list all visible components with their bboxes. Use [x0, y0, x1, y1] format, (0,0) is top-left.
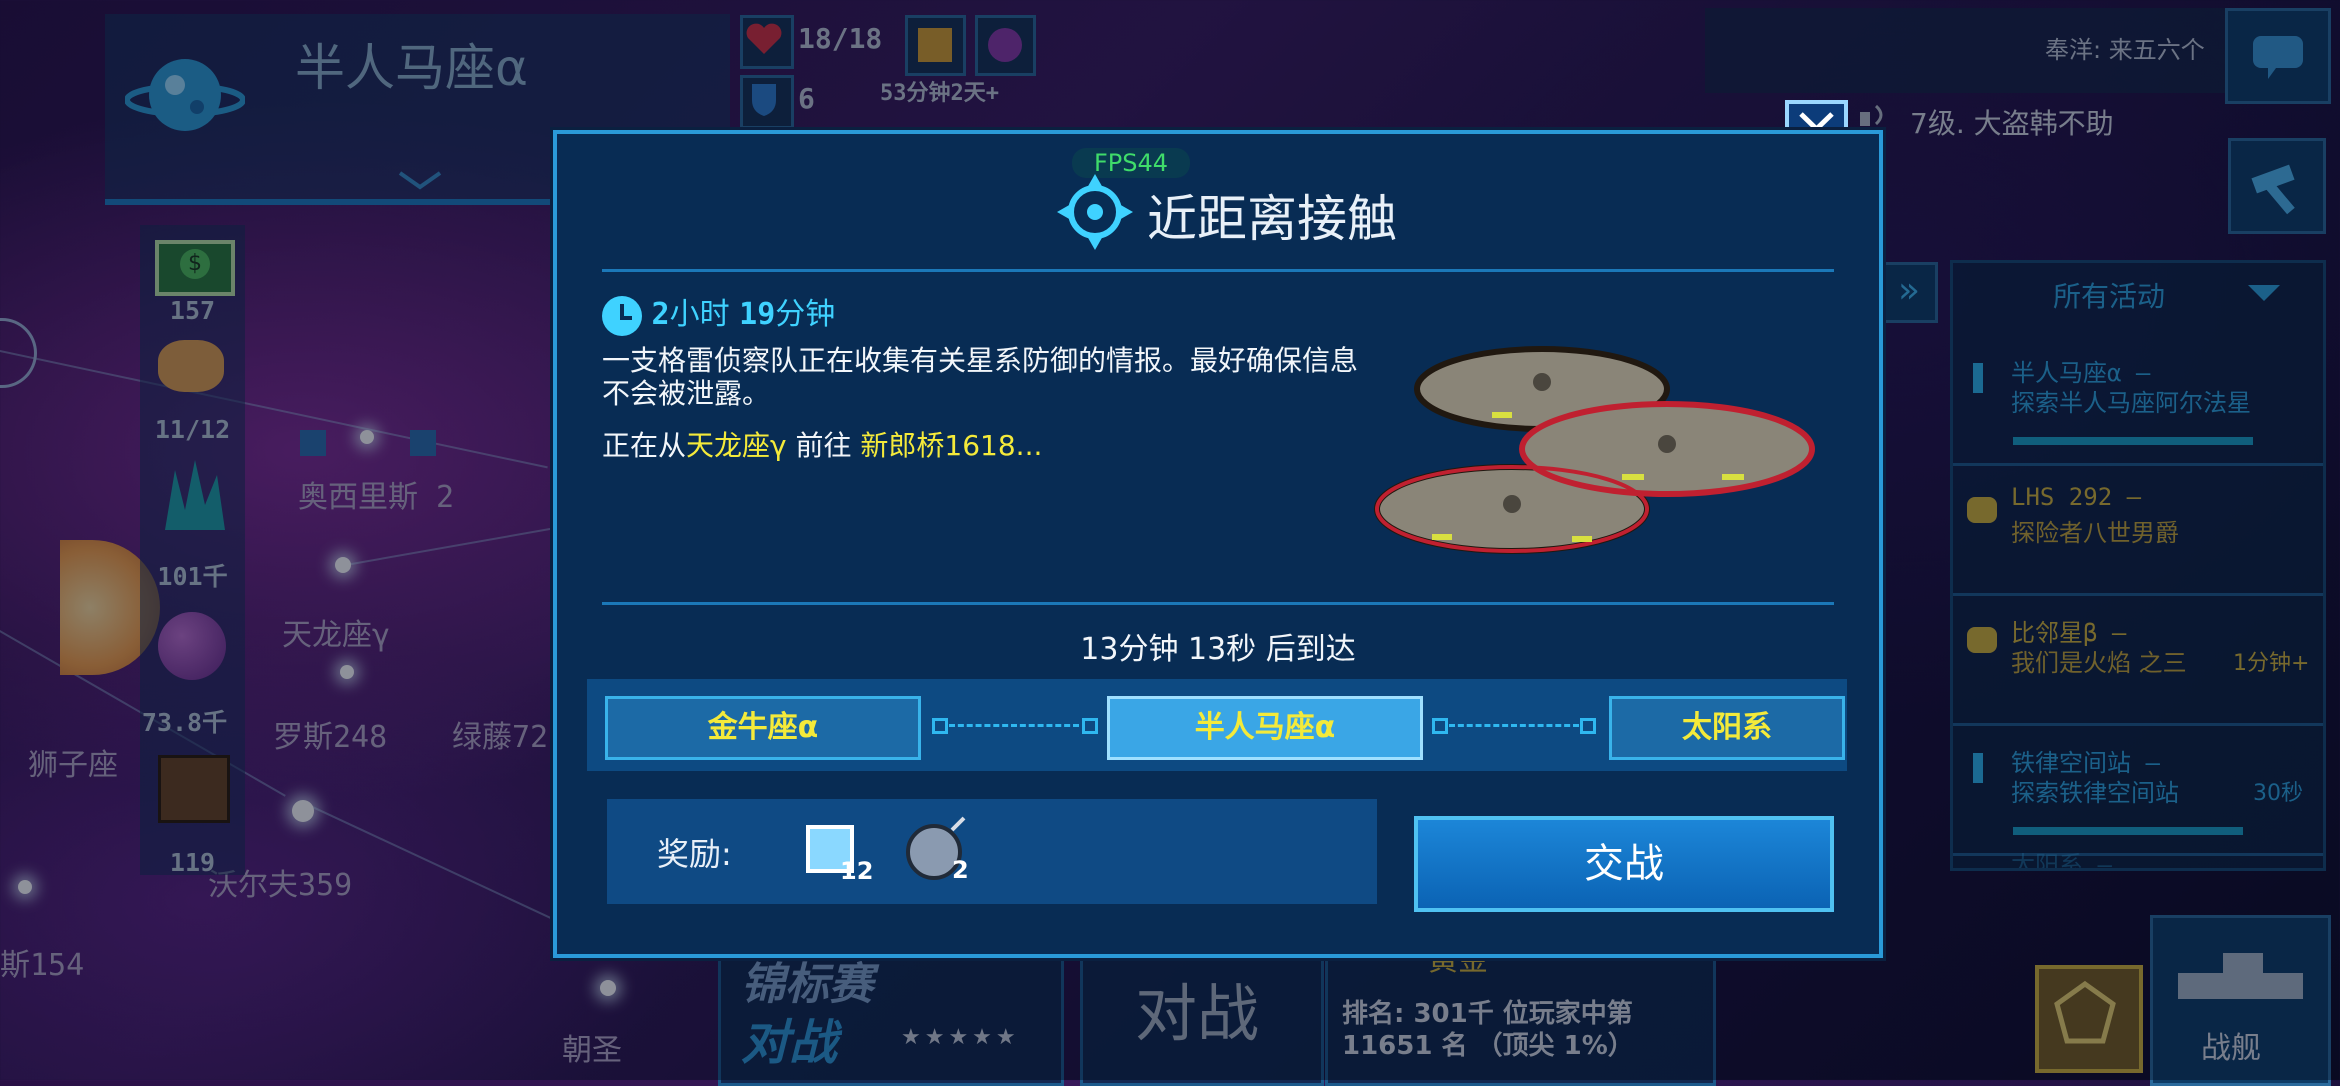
route-destination: 新郎桥1618... — [860, 429, 1043, 462]
route-origin: 天龙座γ — [686, 429, 787, 462]
engage-button[interactable]: 交战 — [1414, 816, 1834, 912]
route-node-current[interactable]: 半人马座α — [1107, 696, 1423, 760]
enemy-ships-image — [1372, 314, 1842, 574]
route-dash — [1449, 724, 1579, 727]
clock-icon — [602, 295, 642, 336]
route-prefix: 正在从 — [602, 429, 687, 462]
reward-crystal-icon[interactable]: 12 — [802, 821, 873, 885]
duration-minutes: 19 — [739, 297, 776, 332]
duration-minutes-unit: 分钟 — [775, 297, 836, 332]
divider — [602, 602, 1834, 605]
route-waypoint — [1580, 718, 1596, 734]
reward-label: 奖励: — [657, 835, 732, 873]
encounter-dialog: FPS44 近距离接触 2小时 19分钟 一支格雷侦察队正在收集有关星系防御的情… — [553, 130, 1883, 958]
route-text: 正在从天龙座γ 前往 新郎桥1618... — [602, 424, 1042, 464]
reward-panel: 奖励: 12 2 — [607, 799, 1377, 904]
route-waypoint — [1432, 718, 1448, 734]
reward-orb-icon[interactable]: 2 — [902, 814, 972, 884]
duration-hours-unit: 小时 — [669, 297, 730, 332]
dialog-title: 近距离接触 — [1147, 190, 1397, 248]
route-waypoint — [1082, 718, 1098, 734]
divider — [602, 269, 1834, 272]
route-dash — [949, 724, 1079, 727]
route-mid: 前往 — [795, 429, 852, 462]
reward-orb-count: 2 — [952, 856, 969, 884]
duration-hours: 2 — [651, 297, 670, 332]
route-node-destination[interactable]: 太阳系 — [1609, 696, 1845, 760]
reward-crystal-count: 12 — [840, 857, 874, 885]
arrival-time: 13分钟 13秒 后到达 — [1080, 632, 1356, 667]
route-waypoint — [932, 718, 948, 734]
route-node-origin[interactable]: 金牛座α — [605, 696, 921, 760]
mission-description: 一支格雷侦察队正在收集有关星系防御的情报。最好确保信息不会被泄露。 — [602, 344, 1359, 410]
route-track: 金牛座α 半人马座α 太阳系 — [587, 679, 1847, 771]
crosshair-icon — [1057, 174, 1133, 250]
duration-row: 2小时 19分钟 — [602, 289, 835, 336]
